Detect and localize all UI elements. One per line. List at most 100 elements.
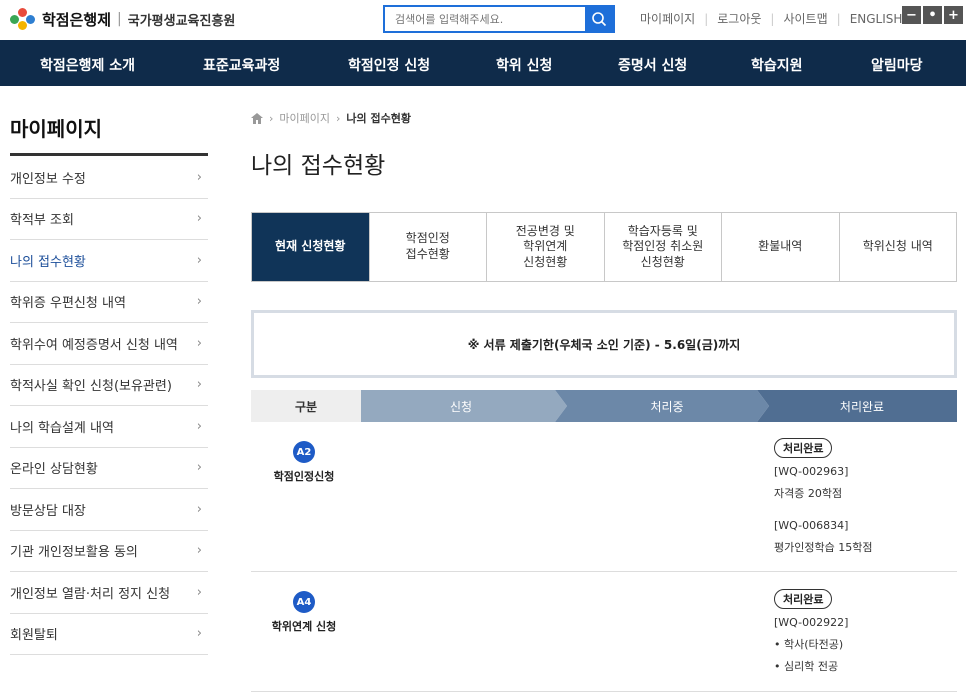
step-applied: 신청: [449, 399, 473, 414]
breadcrumb: › 마이페이지 › 나의 접수현황: [251, 110, 411, 126]
chevron-right-icon: ›: [196, 169, 202, 185]
nav-item-learning-support[interactable]: 학습지원: [751, 55, 803, 75]
logo-subtitle: 국가평생교육진흥원: [127, 13, 236, 29]
zoom-in-button[interactable]: +: [944, 6, 963, 24]
sidebar-item-online-consult[interactable]: 온라인 상담현황 ›: [10, 448, 208, 489]
sidebar-divider: [10, 153, 208, 156]
nav-item-standard-curriculum[interactable]: 표준교육과정: [203, 55, 280, 75]
application-number: [WQ-006834]: [774, 519, 849, 532]
util-logout-link[interactable]: 로그아웃: [717, 10, 761, 27]
sidebar-item-diploma-mail[interactable]: 학위증 우편신청 내역 ›: [10, 282, 208, 323]
sidebar-item-label: 학위증 우편신청 내역: [10, 296, 126, 312]
sidebar-item-label: 온라인 상담현황: [10, 462, 98, 478]
breadcrumb-separator: ›: [336, 111, 341, 125]
application-info: [WQ-002963] 자격증 20학점: [774, 461, 848, 505]
step-completed: 처리완료: [839, 399, 885, 414]
main-navigation: 학점은행제 소개 표준교육과정 학점인정 신청 학위 신청 증명서 신청 학습지…: [0, 40, 966, 86]
sidebar-item-privacy-consent[interactable]: 기관 개인정보활용 동의 ›: [10, 531, 208, 572]
tab-degree-applications[interactable]: 학위신청 내역: [838, 213, 957, 281]
application-number: [WQ-002963]: [774, 465, 849, 478]
nav-item-intro[interactable]: 학점은행제 소개: [40, 55, 135, 75]
search-box: [383, 5, 615, 33]
status-badge: 처리완료: [774, 438, 833, 458]
util-separator: |: [836, 11, 841, 26]
application-info: [WQ-006834] 평가인정학습 15학점: [774, 515, 872, 559]
logo-title: 학점은행제: [42, 10, 112, 29]
row-label: 학위연계 신청: [271, 620, 337, 633]
table-row: A4 학위연계 신청 처리완료 [WQ-002922] • 학사(타전공) • …: [251, 573, 957, 692]
chevron-right-icon: ›: [196, 294, 202, 310]
util-english-link[interactable]: ENGLISH: [850, 12, 903, 26]
top-header: 학점은행제 | 국가평생교육진흥원 마이페이지 | 로그아웃 | 사이트맵 | …: [0, 0, 966, 40]
site-logo[interactable]: 학점은행제 | 국가평생교육진흥원: [10, 8, 235, 30]
chevron-right-icon: ›: [196, 252, 202, 268]
badge-a2: A2: [293, 441, 315, 463]
chevron-right-icon: ›: [196, 501, 202, 517]
chevron-right-icon: ›: [196, 460, 202, 476]
sidebar-item-label: 개인정보 수정: [10, 171, 86, 187]
search-icon: [592, 12, 607, 27]
tab-credit-recognition[interactable]: 학점인정 접수현황: [368, 213, 487, 281]
zoom-controls: − • +: [902, 6, 963, 24]
sidebar-title: 마이페이지: [10, 117, 102, 141]
application-number: [WQ-002922]: [774, 616, 849, 629]
breadcrumb-separator: ›: [269, 111, 274, 125]
nav-item-certificate[interactable]: 증명서 신청: [618, 55, 687, 75]
sidebar-menu: 개인정보 수정 › 학적부 조회 › 나의 접수현황 › 학위증 우편신청 내역 › 학…: [10, 157, 208, 655]
chevron-right-icon: ›: [196, 418, 202, 434]
sidebar-item-label: 학적부 조회: [10, 213, 74, 229]
sidebar-item-label: 방문상담 대장: [10, 503, 86, 519]
application-info: [WQ-002922] • 학사(타전공) • 심리학 전공: [774, 612, 848, 678]
nav-item-credit-recognition[interactable]: 학점인정 신청: [348, 55, 430, 75]
tab-current-applications[interactable]: 현재 신청현황: [252, 213, 369, 281]
nav-item-degree-application[interactable]: 학위 신청: [496, 55, 552, 75]
util-separator: |: [704, 11, 709, 26]
table-row: A2 학점인정신청 처리완료 [WQ-002963] 자격증 20학점 [WQ-…: [251, 422, 957, 572]
logo-separator: |: [117, 11, 122, 27]
util-sitemap-link[interactable]: 사이트맵: [783, 10, 827, 27]
sidebar-item-label: 나의 접수현황: [10, 254, 86, 270]
home-icon[interactable]: [251, 112, 263, 124]
application-detail: 자격증 20학점: [774, 487, 843, 500]
sidebar-item-label: 학적사실 확인 신청(보유관련): [10, 379, 172, 395]
util-mypage-link[interactable]: 마이페이지: [640, 10, 695, 27]
zoom-out-button[interactable]: −: [902, 6, 921, 24]
chevron-right-icon: ›: [196, 543, 202, 559]
sidebar-item-expected-degree-cert[interactable]: 학위수여 예정증명서 신청 내역 ›: [10, 323, 208, 365]
sidebar-item-label: 나의 학습설계 내역: [10, 420, 114, 436]
sidebar-item-my-applications[interactable]: 나의 접수현황 ›: [10, 240, 208, 282]
chevron-right-icon: ›: [196, 584, 202, 600]
application-detail: 평가인정학습 15학점: [774, 541, 873, 554]
nav-item-notice[interactable]: 알림마당: [871, 55, 923, 75]
utility-links: 마이페이지 | 로그아웃 | 사이트맵 | ENGLISH: [640, 10, 902, 27]
sidebar-item-learning-plan[interactable]: 나의 학습설계 내역 ›: [10, 406, 208, 448]
sidebar-item-label: 회원탈퇴: [10, 628, 58, 644]
sidebar-item-academic-fact-check[interactable]: 학적사실 확인 신청(보유관련) ›: [10, 365, 208, 406]
chevron-right-icon: ›: [196, 335, 202, 351]
step-processing: 처리중: [650, 399, 684, 414]
chevron-right-icon: ›: [196, 377, 202, 393]
sidebar-item-profile-edit[interactable]: 개인정보 수정 ›: [10, 157, 208, 199]
zoom-reset-button[interactable]: •: [923, 6, 942, 24]
search-input[interactable]: [385, 7, 585, 31]
tab-learner-registration[interactable]: 학습자등록 및 학점인정 취소원 신청현황: [603, 213, 722, 281]
tab-major-change[interactable]: 전공변경 및 학위연계 신청현황: [486, 213, 604, 281]
sidebar-item-withdraw[interactable]: 회원탈퇴 ›: [10, 614, 208, 655]
sidebar-item-label: 개인정보 열람·처리 정지 신청: [10, 586, 171, 602]
search-button[interactable]: [585, 7, 613, 31]
badge-a4: A4: [293, 591, 315, 613]
tab-refunds[interactable]: 환불내역: [721, 213, 839, 281]
breadcrumb-item-mypage[interactable]: 마이페이지: [279, 110, 330, 126]
sidebar-item-privacy-request[interactable]: 개인정보 열람·처리 정지 신청 ›: [10, 572, 208, 614]
page-title: 나의 접수현황: [251, 153, 386, 179]
sidebar-item-transcript[interactable]: 학적부 조회 ›: [10, 199, 208, 240]
sidebar-item-visit-consult[interactable]: 방문상담 대장 ›: [10, 489, 208, 531]
sidebar-item-label: 학위수여 예정증명서 신청 내역: [10, 337, 178, 353]
status-badge: 처리완료: [774, 589, 833, 609]
status-tabs: 현재 신청현황 학점인정 접수현황 전공변경 및 학위연계 신청현황 학습자등록…: [251, 212, 957, 282]
logo-flower-icon: [10, 8, 36, 30]
application-detail: • 심리학 전공: [774, 660, 839, 673]
progress-steps: 구분 신청 처리중 처리완료: [251, 390, 957, 422]
row-label: 학점인정신청: [273, 470, 335, 483]
chevron-right-icon: ›: [196, 626, 202, 642]
